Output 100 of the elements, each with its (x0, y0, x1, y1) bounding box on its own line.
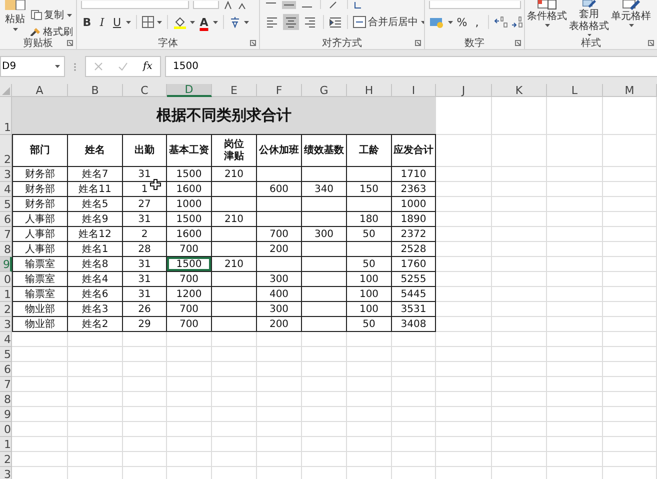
empty-cell[interactable] (347, 437, 392, 452)
align-center-button[interactable] (283, 14, 299, 30)
row-header[interactable]: 8 (0, 392, 12, 407)
empty-cell[interactable] (603, 197, 657, 212)
empty-cell[interactable] (302, 437, 347, 452)
number-format-field[interactable] (429, 1, 521, 9)
bold-button[interactable]: B (81, 16, 93, 28)
empty-cell[interactable] (257, 332, 302, 347)
empty-cell[interactable] (492, 287, 547, 302)
empty-cell[interactable] (547, 422, 603, 437)
empty-cell[interactable] (603, 227, 657, 242)
empty-cell[interactable] (492, 135, 547, 167)
empty-cell[interactable] (436, 242, 492, 257)
empty-cell[interactable] (492, 302, 547, 317)
empty-cell[interactable] (547, 317, 603, 332)
empty-cell[interactable] (603, 332, 657, 347)
empty-cell[interactable] (257, 362, 302, 377)
style-gallery-button[interactable]: 单元格样 (611, 11, 651, 23)
empty-cell[interactable] (492, 212, 547, 227)
empty-cell[interactable] (492, 422, 547, 437)
empty-cell[interactable] (547, 362, 603, 377)
empty-cell[interactable] (436, 422, 492, 437)
empty-cell[interactable] (436, 167, 492, 182)
empty-cell[interactable] (68, 452, 123, 467)
empty-cell[interactable] (436, 212, 492, 227)
empty-cell[interactable] (603, 422, 657, 437)
empty-cell[interactable] (436, 332, 492, 347)
empty-cell[interactable] (436, 437, 492, 452)
empty-cell[interactable] (123, 347, 167, 362)
empty-cell[interactable] (212, 377, 257, 392)
empty-cell[interactable] (603, 452, 657, 467)
empty-cell[interactable] (603, 182, 657, 197)
empty-cell[interactable] (436, 407, 492, 422)
empty-cell[interactable] (302, 452, 347, 467)
column-header[interactable]: K (492, 84, 547, 97)
row-header[interactable]: 1 (0, 287, 12, 302)
font-name-field[interactable] (81, 1, 189, 9)
empty-cell[interactable] (392, 437, 436, 452)
empty-cell[interactable] (603, 135, 657, 167)
row-header[interactable]: 2 (0, 135, 12, 167)
empty-cell[interactable] (302, 362, 347, 377)
row-header[interactable]: 7 (0, 227, 12, 242)
empty-cell[interactable] (167, 332, 212, 347)
column-header[interactable]: G (302, 84, 347, 97)
row-header[interactable]: 3 (0, 317, 12, 332)
empty-cell[interactable] (123, 422, 167, 437)
formula-field[interactable]: 1500 (165, 56, 657, 77)
empty-cell[interactable] (68, 407, 123, 422)
row-header[interactable]: 3 (0, 167, 12, 182)
empty-cell[interactable] (436, 347, 492, 362)
empty-cell[interactable] (436, 197, 492, 212)
empty-cell[interactable] (436, 182, 492, 197)
font-color-button[interactable]: A (198, 16, 210, 28)
empty-cell[interactable] (547, 197, 603, 212)
empty-cell[interactable] (167, 392, 212, 407)
empty-cell[interactable] (492, 332, 547, 347)
empty-cell[interactable] (547, 182, 603, 197)
empty-cell[interactable] (547, 332, 603, 347)
empty-cell[interactable] (347, 377, 392, 392)
empty-cell[interactable] (123, 407, 167, 422)
empty-cell[interactable] (492, 197, 547, 212)
column-header[interactable]: L (547, 84, 603, 97)
row-header[interactable]: 0 (0, 272, 12, 287)
empty-cell[interactable] (547, 97, 603, 135)
insert-function-button[interactable]: fx (143, 61, 152, 72)
empty-cell[interactable] (392, 377, 436, 392)
empty-cell[interactable] (436, 227, 492, 242)
column-header[interactable]: A (12, 84, 68, 97)
row-header[interactable]: 8 (0, 242, 12, 257)
empty-cell[interactable] (302, 422, 347, 437)
empty-cell[interactable] (392, 407, 436, 422)
row-header[interactable]: 3 (0, 467, 12, 479)
empty-cell[interactable] (547, 407, 603, 422)
style-gallery-button[interactable]: 套用 表格格式 (569, 8, 609, 33)
column-header[interactable]: M (603, 84, 657, 97)
empty-cell[interactable] (603, 287, 657, 302)
empty-cell[interactable] (167, 452, 212, 467)
font-size-field[interactable] (193, 1, 219, 9)
empty-cell[interactable] (603, 317, 657, 332)
empty-cell[interactable] (212, 422, 257, 437)
empty-cell[interactable] (68, 362, 123, 377)
empty-cell[interactable] (547, 272, 603, 287)
row-header[interactable]: 2 (0, 452, 12, 467)
empty-cell[interactable] (603, 347, 657, 362)
empty-cell[interactable] (212, 347, 257, 362)
empty-cell[interactable] (492, 317, 547, 332)
column-header[interactable]: F (257, 84, 302, 97)
row-header[interactable]: 1 (0, 97, 12, 135)
empty-cell[interactable] (167, 407, 212, 422)
empty-cell[interactable] (492, 227, 547, 242)
empty-cell[interactable] (547, 135, 603, 167)
empty-cell[interactable] (347, 362, 392, 377)
empty-cell[interactable] (603, 272, 657, 287)
empty-cell[interactable] (167, 422, 212, 437)
empty-cell[interactable] (547, 377, 603, 392)
empty-cell[interactable] (392, 422, 436, 437)
empty-cell[interactable] (392, 392, 436, 407)
empty-cell[interactable] (547, 242, 603, 257)
empty-cell[interactable] (492, 257, 547, 272)
empty-cell[interactable] (123, 452, 167, 467)
